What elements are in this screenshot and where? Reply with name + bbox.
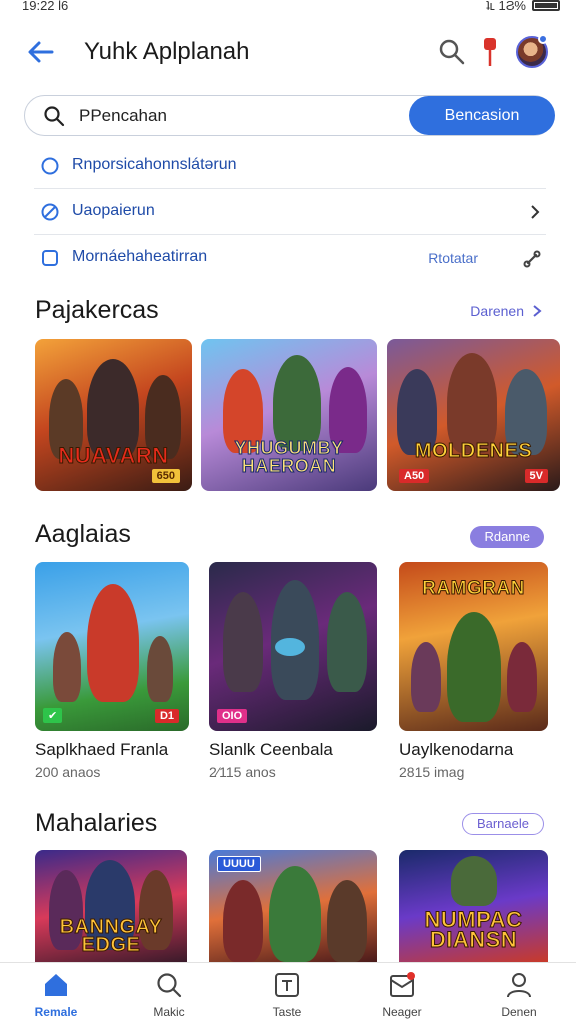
status-indicators: ʇʟ 1Ϩ% — [486, 0, 560, 13]
person-icon — [507, 973, 531, 998]
game-tile[interactable]: NUAVARN 650 — [35, 339, 192, 491]
nav-label: Neager — [382, 1005, 422, 1019]
see-more-link[interactable]: Darenen — [470, 303, 542, 319]
game-tile[interactable]: NUMPAC DIANSN — [399, 850, 548, 962]
game-tile[interactable]: RAMGRAN — [399, 562, 548, 731]
character-art — [327, 880, 367, 962]
game-badge: D1 — [154, 709, 179, 723]
suggestion-label: Mornáehaheatirran — [72, 248, 208, 265]
section-chip[interactable]: Rdanne — [470, 526, 544, 548]
character-art — [447, 353, 497, 453]
character-art — [411, 642, 441, 712]
battery-text: ʇʟ 1Ϩ% — [486, 0, 526, 13]
game-title: NUAVARN — [58, 443, 169, 469]
game-title: MOLDENES — [414, 440, 533, 463]
game-name[interactable]: Slanlk Ceenbala — [209, 740, 333, 760]
nav-label: Makic — [153, 1005, 185, 1019]
battery-icon — [532, 0, 560, 11]
suggestion-item[interactable]: Mornáehaheatirran Rtotatar — [34, 235, 546, 281]
game-badge: OIO — [217, 709, 248, 723]
search-icon — [157, 973, 182, 998]
game-tile[interactable]: UUUU — [209, 850, 377, 962]
character-art — [273, 355, 321, 451]
square-icon — [42, 250, 58, 266]
game-tile[interactable]: BANNGAY EDGE — [35, 850, 187, 962]
game-tile[interactable]: MOLDENES A50 5V — [387, 339, 560, 491]
status-bar: 19:22 Ɩ6 ʇʟ 1Ϩ% — [0, 0, 576, 14]
tile-icon — [275, 973, 299, 997]
suggestion-trail-text: Rtotatar — [428, 250, 478, 266]
game-badge: UUUU — [217, 856, 261, 872]
search-bar[interactable]: PPencahan Bencasion — [24, 95, 555, 136]
game-name[interactable]: Uaylkenodarna — [399, 740, 513, 760]
game-tile[interactable]: ✔ D1 — [35, 562, 189, 731]
game-title: YHUGUMBY HAEROAN — [234, 438, 344, 476]
section-title: Pajakercas — [35, 296, 159, 324]
inbox-icon — [390, 972, 415, 997]
section-chip[interactable]: Barnaele — [461, 813, 544, 835]
back-arrow-icon[interactable] — [26, 38, 56, 66]
energy-glow — [275, 638, 305, 656]
pin-icon[interactable] — [478, 36, 502, 68]
game-badge: A50 — [399, 469, 430, 483]
character-art — [223, 592, 263, 692]
nav-item-neager[interactable]: Neager — [352, 963, 452, 1024]
nav-label: Remale — [34, 1005, 78, 1019]
see-more-label: Darenen — [470, 303, 524, 319]
suggestion-list: Rnporsicahonnslátərun Uaopaierun Mornáeh… — [34, 143, 546, 281]
nav-item-home[interactable]: Remale — [6, 963, 106, 1024]
game-name[interactable]: Saplkhaed Franla — [35, 740, 168, 760]
search-icon — [44, 106, 65, 127]
section-title: Aaglaias — [35, 520, 131, 548]
suggestion-item[interactable]: Uaopaierun — [34, 189, 546, 235]
character-art — [147, 636, 173, 702]
character-art — [87, 584, 139, 702]
game-title: BANNGAY EDGE — [59, 916, 163, 956]
link-icon[interactable] — [522, 249, 542, 269]
nav-item-profile[interactable]: Denen — [469, 963, 569, 1024]
game-meta: 200 anaos — [35, 764, 101, 780]
character-art — [223, 880, 263, 962]
avatar-badge — [538, 34, 548, 44]
suggestion-label: Rnporsicahonnslátərun — [72, 156, 237, 173]
check-badge: ✔ — [43, 708, 63, 723]
game-badge: 5V — [524, 469, 548, 483]
game-tile[interactable]: YHUGUMBY HAEROAN — [201, 339, 377, 491]
status-time: 19:22 Ɩ6 — [22, 0, 69, 13]
page-title: Yuhk Aplplanah — [84, 38, 250, 65]
search-icon[interactable] — [438, 38, 466, 66]
nav-item-taste[interactable]: Taste — [237, 963, 337, 1024]
app-bar: Yuhk Aplplanah — [0, 28, 576, 76]
nav-item-search[interactable]: Makic — [119, 963, 219, 1024]
game-meta: 2815 imag — [399, 764, 465, 780]
game-badge: 650 — [151, 469, 180, 483]
suggestion-label: Uaopaierun — [72, 202, 155, 219]
nav-label: Taste — [272, 1005, 302, 1019]
game-title: NUMPAC DIANSN — [424, 907, 523, 952]
character-art — [507, 642, 537, 712]
search-input[interactable]: PPencahan — [79, 106, 167, 126]
character-art — [451, 856, 497, 906]
search-button[interactable]: Bencasion — [409, 96, 555, 135]
chevron-right-icon — [533, 305, 542, 317]
suggestion-item[interactable]: Rnporsicahonnslátərun — [34, 143, 546, 189]
section-title: Mahalaries — [35, 809, 158, 837]
character-art — [269, 866, 321, 962]
game-meta: 2⁄115 anos — [209, 764, 276, 780]
character-art — [327, 592, 367, 692]
home-icon — [45, 974, 67, 996]
game-tile[interactable]: OIO — [209, 562, 377, 731]
game-title: RAMGRAN — [422, 578, 525, 600]
slash-circle-icon — [41, 203, 59, 221]
chevron-right-icon — [531, 205, 540, 219]
character-art — [53, 632, 81, 702]
character-art — [447, 612, 501, 722]
bottom-nav: Remale Makic Taste Neager Denen — [0, 962, 576, 1024]
circle-icon — [41, 157, 59, 175]
nav-label: Denen — [501, 1005, 537, 1019]
